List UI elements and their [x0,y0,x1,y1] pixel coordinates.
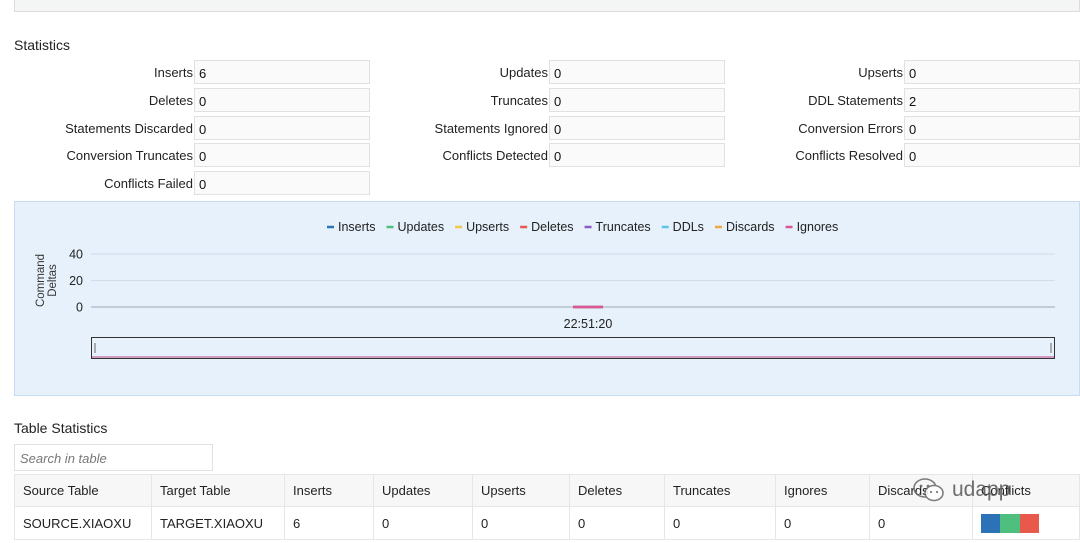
stat-upserts: Upserts 0 [725,60,1080,84]
legend-label-deletes: Deletes [531,220,573,234]
legend-label-ddls: DDLs [673,220,704,234]
table-statistics-title: Table Statistics [14,420,108,436]
stat-label: Upserts [858,65,903,80]
stat-label: Deletes [148,93,193,108]
wechat-icon [913,478,944,502]
stat-value-field: 0 [549,60,725,84]
statistics-title: Statistics [14,37,71,53]
column-header-deletes[interactable]: Deletes [569,474,665,507]
legend-label-inserts: Inserts [338,220,376,234]
watermark: udapp [912,476,1010,504]
stat-value-field: 0 [549,116,725,140]
cell-deletes: 0 [569,506,665,540]
column-header-inserts[interactable]: Inserts [284,474,374,507]
cell-target-table: TARGET.XIAOXU [151,506,285,540]
stat-value-field: 0 [194,143,370,167]
column-header-target-table[interactable]: Target Table [151,474,285,507]
stat-conflicts-resolved: Conflicts Resolved 0 [725,143,1080,167]
stat-conversion-errors: Conversion Errors 0 [725,116,1080,140]
stat-value-field: 0 [194,88,370,112]
cell-ignores: 0 [775,506,870,540]
legend-label-upserts: Upserts [466,220,509,234]
stat-updates: Updates 0 [370,60,725,84]
stat-statements-ignored: Statements Ignored 0 [370,116,725,140]
cell-conflicts [972,506,1080,540]
stat-value-field: 0 [194,116,370,140]
stat-value-field: 0 [549,88,725,112]
stat-conversion-truncates: Conversion Truncates 0 [14,143,370,167]
stat-label: Conflicts Resolved [795,148,903,163]
range-navigator [91,337,1055,359]
stat-value-field: 2 [904,88,1080,112]
legend-label-discards: Discards [726,220,775,234]
stat-label: Updates [499,65,548,80]
stat-deletes: Deletes 0 [14,88,370,112]
stat-value-field: 0 [904,143,1080,167]
legend-label-updates: Updates [398,220,445,234]
legend-label-truncates: Truncates [596,220,651,234]
watermark-text: udapp [952,478,1011,501]
column-header-updates[interactable]: Updates [373,474,473,507]
search-in-table-input[interactable]: Search in table [14,444,213,471]
stat-label: Conflicts Failed [104,176,193,191]
stat-label: Statements Discarded [65,121,193,136]
stat-value-field: 6 [194,60,370,84]
stat-conflicts-detected: Conflicts Detected 0 [370,143,725,167]
table-row[interactable]: SOURCE.XIAOXU TARGET.XIAOXU 6 0 0 0 0 0 … [14,506,1080,540]
column-header-source-table[interactable]: Source Table [14,474,152,507]
stat-inserts: Inserts 6 [14,60,370,84]
column-header-ignores[interactable]: Ignores [775,474,870,507]
stat-label: Conversion Truncates [66,148,193,163]
cell-truncates: 0 [664,506,776,540]
stat-truncates: Truncates 0 [370,88,725,112]
column-header-upserts[interactable]: Upserts [472,474,570,507]
cell-source-table: SOURCE.XIAOXU [14,506,152,540]
y-axis-label: CommandDeltas [35,254,59,307]
cell-updates: 0 [373,506,473,540]
stat-value-field: 0 [194,171,370,195]
stat-label: Inserts [153,65,193,80]
command-deltas-chart: Inserts Updates Upserts Deletes Truncates DDL… [14,201,1080,396]
conflicts-mini-chart [981,513,1039,533]
stat-label: Conflicts Detected [442,148,549,163]
x-tick-label: 22:51:20 [564,317,613,331]
cell-upserts: 0 [472,506,570,540]
stat-label: Truncates [490,93,548,108]
stat-label: DDL Statements [808,93,903,108]
stat-ddl-statements: DDL Statements 2 [725,88,1080,112]
stat-statements-discarded: Statements Discarded 0 [14,116,370,140]
y-tick-label-40: 40 [69,248,83,262]
y-tick-label-20: 20 [69,274,83,288]
chart-canvas: Inserts Updates Upserts Deletes Truncates DDL… [35,220,1055,359]
cell-inserts: 6 [284,506,374,540]
column-header-truncates[interactable]: Truncates [664,474,776,507]
conflicts-mini-bar [1000,513,1020,533]
stat-label: Conversion Errors [798,121,903,136]
stat-conflicts-failed: Conflicts Failed 0 [14,171,370,195]
legend-label-ignores: Ignores [797,220,839,234]
y-tick-label-0: 0 [76,301,83,315]
conflicts-mini-bar [981,513,1001,533]
stat-value-field: 0 [904,116,1080,140]
stat-label: Statements Ignored [434,121,548,136]
stat-value-field: 0 [549,143,725,167]
conflicts-mini-bar [1019,513,1039,533]
stat-value-field: 0 [904,60,1080,84]
top-panel-edge [14,0,1080,12]
cell-discards: 0 [869,506,973,540]
